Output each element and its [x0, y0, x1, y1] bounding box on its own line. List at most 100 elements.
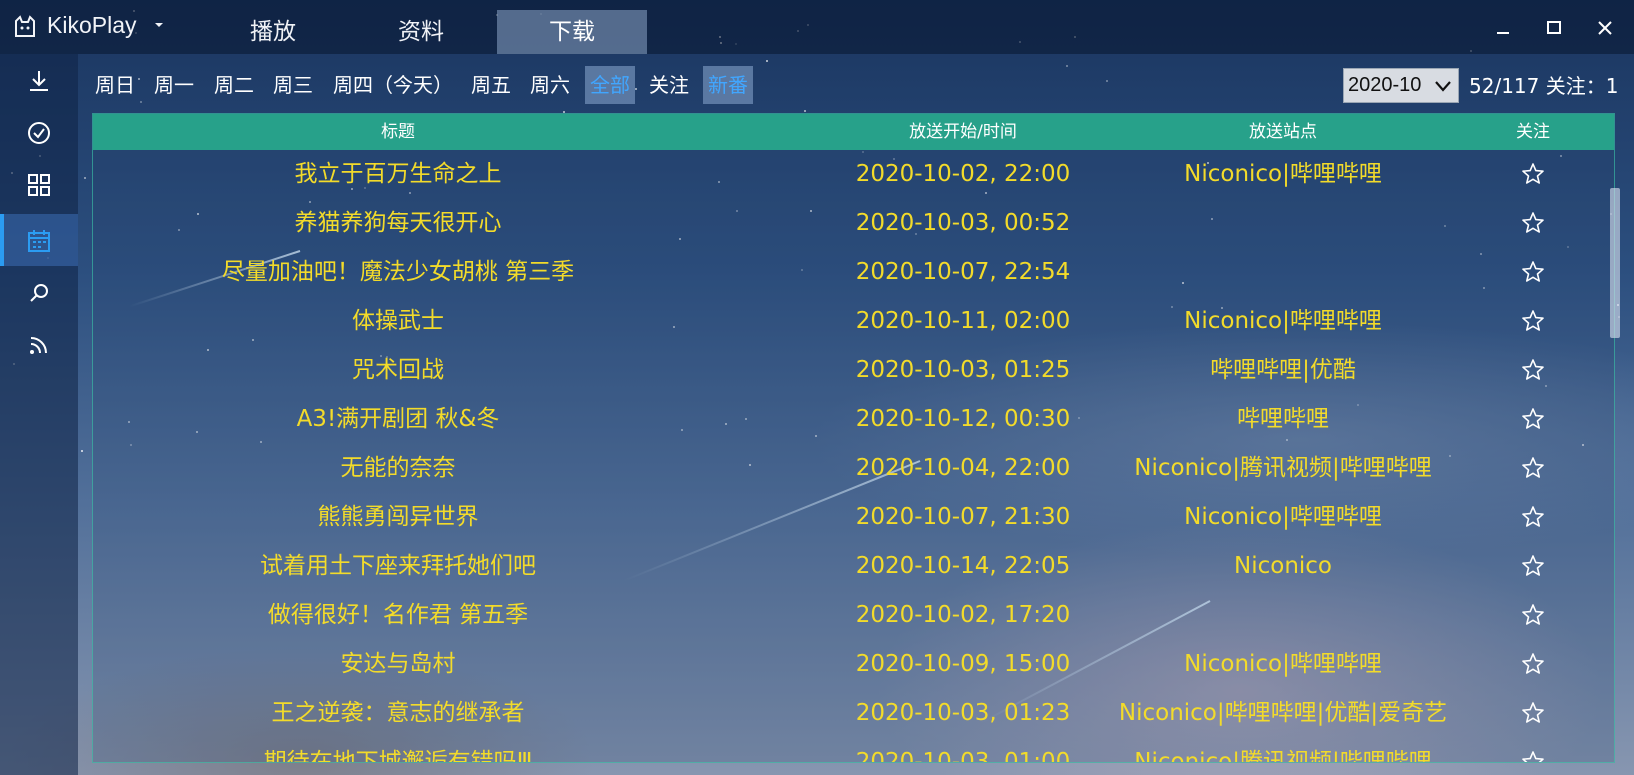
cell-sites	[1093, 248, 1473, 297]
filter-sunday[interactable]: 周日	[90, 66, 140, 104]
star-icon[interactable]	[1521, 701, 1545, 725]
cell-title: 做得很好！名作君 第五季	[267, 602, 529, 628]
star-icon[interactable]	[1521, 162, 1545, 186]
sidebar-item-completed[interactable]	[0, 106, 78, 158]
cell-title: 熊熊勇闯异世界	[317, 504, 479, 530]
filter-saturday[interactable]: 周六	[525, 66, 575, 104]
cell-sites: Niconico	[1234, 553, 1332, 579]
filter-following[interactable]: 关注	[644, 66, 694, 104]
table-row[interactable]: 期待在地下城邂逅有错吗Ⅲ 2020-10-03, 01:00 Niconico|腾讯…	[93, 738, 1614, 763]
sidebar-item-rss[interactable]	[0, 318, 78, 370]
search-icon	[30, 284, 48, 302]
table-row[interactable]: A3!满开剧团 秋&冬 2020-10-12, 00:30 哔哩哔哩	[93, 395, 1614, 444]
star-icon[interactable]	[1521, 358, 1545, 382]
table-row[interactable]: 体操武士 2020-10-11, 02:00 Niconico|哔哩哔哩	[93, 297, 1614, 346]
sidebar-item-download[interactable]	[0, 54, 78, 106]
star-icon[interactable]	[1521, 260, 1545, 284]
table-row[interactable]: 我立于百万生命之上 2020-10-02, 22:00 Niconico|哔哩哔哩	[93, 150, 1614, 199]
rss-icon	[30, 337, 47, 354]
filter-all[interactable]: 全部	[585, 66, 635, 104]
cell-title: 期待在地下城邂逅有错吗Ⅲ	[263, 749, 533, 763]
table-row[interactable]: 做得很好！名作君 第五季 2020-10-02, 17:20	[93, 591, 1614, 640]
table-row[interactable]: 安达与岛村 2020-10-09, 15:00 Niconico|哔哩哔哩	[93, 640, 1614, 689]
background-star	[140, 101, 142, 103]
cell-title: A3!满开剧团 秋&冬	[296, 406, 500, 432]
column-header-sites[interactable]: 放送站点	[1093, 114, 1473, 150]
table-header: 标题 放送开始/时间 放送站点 关注	[93, 114, 1614, 150]
minimize-icon[interactable]	[1489, 14, 1517, 42]
cell-sites: Niconico|哔哩哔哩	[1184, 161, 1382, 187]
cell-sites: Niconico|哔哩哔哩|优酷|爱奇艺	[1118, 700, 1448, 726]
cell-sites	[1093, 591, 1473, 640]
background-star	[81, 450, 83, 452]
background-star	[1066, 65, 1068, 67]
star-icon[interactable]	[1521, 603, 1545, 627]
app-title[interactable]: KikoPlay	[47, 12, 136, 39]
sidebar-item-search[interactable]	[0, 266, 78, 318]
background-star	[1106, 80, 1108, 82]
month-select-value: 2020-10	[1348, 74, 1422, 96]
tab-download[interactable]: 下载	[497, 10, 647, 54]
cell-sites: 哔哩哔哩	[1237, 406, 1329, 432]
sidebar	[0, 54, 78, 775]
filter-thursday-today[interactable]: 周四（今天）	[328, 66, 458, 104]
star-icon[interactable]	[1521, 407, 1545, 431]
star-icon[interactable]	[1521, 505, 1545, 529]
table-row[interactable]: 尽量加油吧！魔法少女胡桃 第三季 2020-10-07, 22:54	[93, 248, 1614, 297]
chevron-down-icon	[1435, 81, 1451, 92]
table-row[interactable]: 熊熊勇闯异世界 2020-10-07, 21:30 Niconico|哔哩哔哩	[93, 493, 1614, 542]
background-star	[84, 177, 86, 179]
tab-play[interactable]: 播放	[198, 10, 348, 54]
sidebar-item-resources[interactable]	[0, 158, 78, 210]
star-icon[interactable]	[1521, 554, 1545, 578]
cell-sites: Niconico|哔哩哔哩	[1184, 651, 1382, 677]
star-icon[interactable]	[1521, 652, 1545, 676]
chevron-down-icon[interactable]	[154, 20, 164, 30]
filter-wednesday[interactable]: 周三	[268, 66, 318, 104]
tab-library[interactable]: 资料	[346, 10, 496, 54]
cell-title: 尽量加油吧！魔法少女胡桃 第三季	[221, 259, 575, 285]
column-header-follow[interactable]: 关注	[1473, 114, 1593, 150]
column-header-title[interactable]: 标题	[93, 114, 703, 150]
filter-new-anime[interactable]: 新番	[703, 66, 753, 104]
table-row[interactable]: 王之逆袭：意志的继承者 2020-10-03, 01:23 Niconico|哔哩哔…	[93, 689, 1614, 738]
cell-title: 咒术回战	[352, 357, 444, 383]
table-row[interactable]: 无能的奈奈 2020-10-04, 22:00 Niconico|腾讯视频|哔哩哔哩	[93, 444, 1614, 493]
star-icon[interactable]	[1521, 456, 1545, 480]
filter-monday[interactable]: 周一	[149, 66, 199, 104]
cell-title: 王之逆袭：意志的继承者	[271, 700, 525, 726]
cell-title: 试着用土下座来拜托她们吧	[260, 553, 536, 579]
background-star	[804, 110, 806, 112]
check-circle-icon	[28, 122, 50, 144]
filter-tuesday[interactable]: 周二	[209, 66, 259, 104]
background-star	[766, 60, 768, 62]
sidebar-item-schedule[interactable]	[0, 214, 78, 266]
schedule-table: 标题 放送开始/时间 放送站点 关注 我立于百万生命之上 2020-10-02, …	[92, 113, 1615, 763]
maximize-icon[interactable]	[1540, 14, 1568, 42]
cell-sites	[1093, 199, 1473, 248]
title-bar: KikoPlay 播放 资料 下载	[0, 0, 1634, 54]
cell-title: 无能的奈奈	[340, 455, 456, 481]
cell-title: 养猫养狗每天很开心	[294, 210, 502, 236]
cell-title: 体操武士	[352, 308, 444, 334]
star-icon[interactable]	[1521, 309, 1545, 333]
cell-sites: Niconico|哔哩哔哩	[1184, 308, 1382, 334]
download-icon	[30, 71, 48, 91]
month-select[interactable]: 2020-10	[1343, 68, 1459, 103]
star-icon[interactable]	[1521, 211, 1545, 235]
table-row[interactable]: 养猫养狗每天很开心 2020-10-03, 00:52	[93, 199, 1614, 248]
cell-sites: Niconico|腾讯视频|哔哩哔哩	[1134, 749, 1432, 763]
close-icon[interactable]	[1591, 14, 1619, 42]
cell-sites: Niconico|哔哩哔哩	[1184, 504, 1382, 530]
filter-friday[interactable]: 周五	[466, 66, 516, 104]
table-row[interactable]: 试着用土下座来拜托她们吧 2020-10-14, 22:05 Niconico	[93, 542, 1614, 591]
cell-sites: 哔哩哔哩|优酷	[1210, 357, 1356, 383]
cell-title: 我立于百万生命之上	[294, 161, 502, 187]
grid-icon	[28, 174, 50, 196]
table-scrollbar[interactable]	[1610, 188, 1620, 338]
calendar-icon	[28, 230, 50, 252]
count-summary: 52/117 关注：1	[1469, 74, 1619, 98]
table-row[interactable]: 咒术回战 2020-10-03, 01:25 哔哩哔哩|优酷	[93, 346, 1614, 395]
background-star	[635, 88, 637, 90]
star-icon[interactable]	[1521, 750, 1545, 763]
